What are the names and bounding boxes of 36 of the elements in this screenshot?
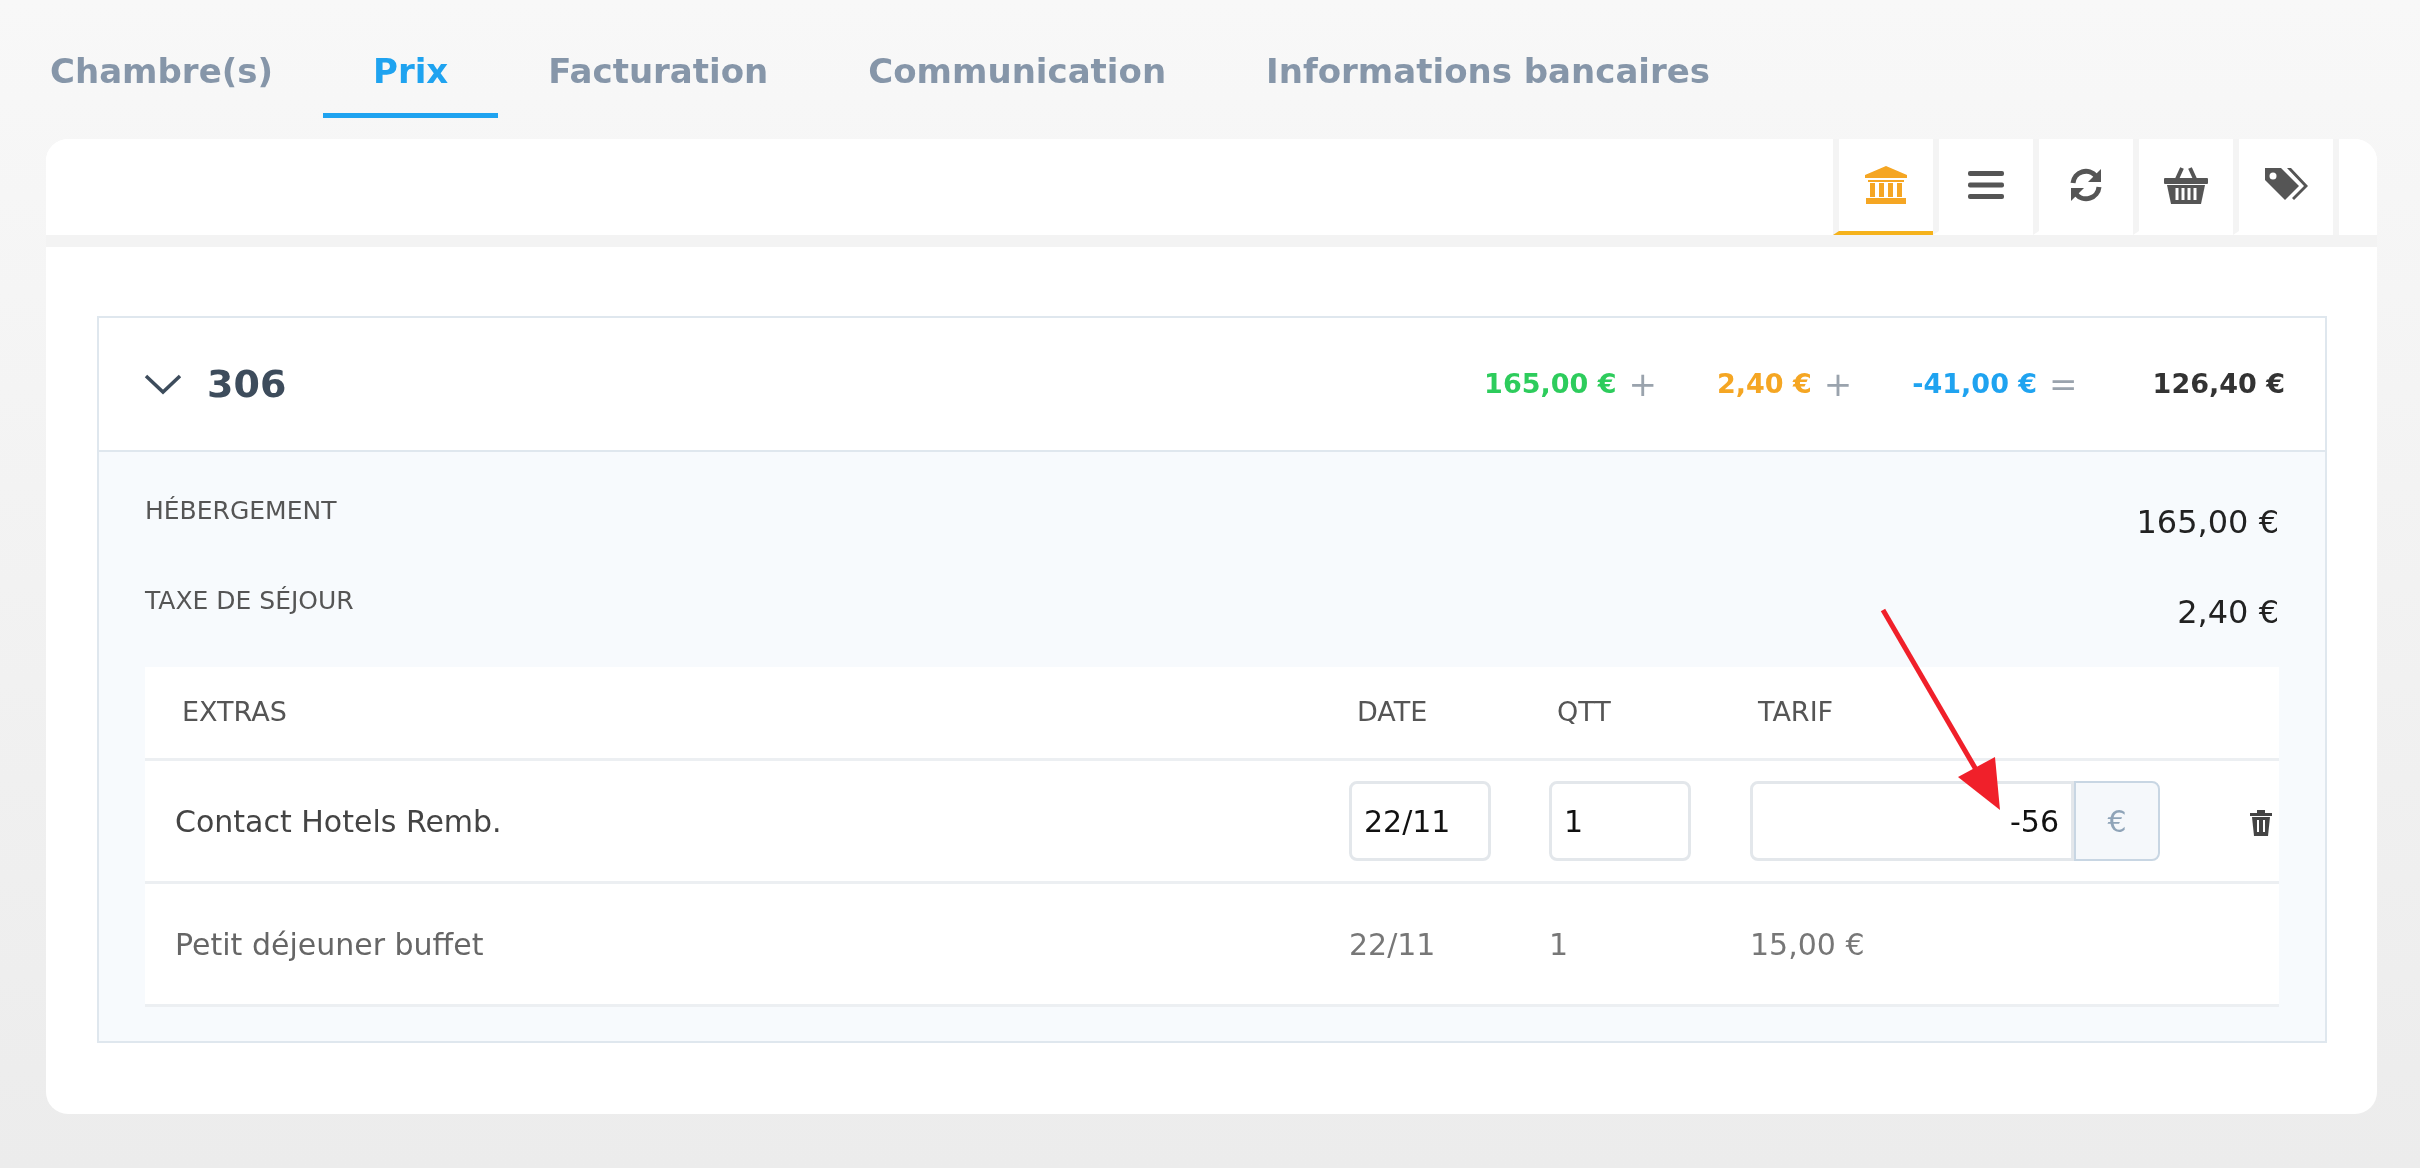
total-amount: 165,00 € (1484, 366, 1617, 401)
bank-icon (1864, 165, 1908, 205)
date-field[interactable]: 22/11 (1349, 781, 1491, 861)
tab[interactable]: Facturation (498, 0, 819, 118)
chevron-icon[interactable] (143, 372, 183, 396)
line-amount: 165,00 € (2136, 502, 2279, 543)
operator-sign: + (1823, 362, 1853, 406)
line-label: HÉBERGEMENT (145, 495, 337, 527)
tab[interactable]: Communication (818, 0, 1217, 118)
menu-icon (1968, 170, 2004, 200)
extra-date: 22/11 (1349, 925, 1437, 964)
extra-price: 15,00 € (1750, 925, 1866, 964)
total-amount: 2,40 € (1717, 366, 1812, 401)
column-header: DATE (1356, 695, 1429, 730)
extra-name: Contact Hotels Remb. (174, 802, 503, 841)
currency-addon: € (2074, 781, 2160, 861)
room-number: 306 (207, 360, 287, 408)
quantity-field[interactable]: 1 (1549, 781, 1691, 861)
refresh-icon (2068, 167, 2104, 203)
operator-sign: + (1628, 362, 1657, 406)
tab[interactable]: Chambre(s) (0, 0, 323, 118)
extra-name: Petit déjeuner buffet (174, 925, 485, 964)
column-header: TARIF (1757, 695, 1835, 730)
total-amount: 126,40 € (2152, 366, 2285, 401)
column-header: EXTRAS (181, 695, 288, 730)
price-field[interactable]: -56 (1750, 781, 2074, 861)
total-amount: -41,00 € (1912, 366, 2038, 401)
extra-quantity: 1 (1549, 925, 1570, 964)
line-amount: 2,40 € (2177, 592, 2279, 633)
basket-icon (2163, 165, 2209, 205)
column-header: QTT (1556, 695, 1612, 730)
line-label: TAXE DE SÉJOUR (145, 585, 354, 617)
trash-icon[interactable] (2250, 810, 2272, 836)
tab[interactable]: Informations bancaires (1216, 0, 1761, 118)
tab[interactable]: Prix (323, 0, 499, 118)
operator-sign: = (2049, 362, 2078, 406)
